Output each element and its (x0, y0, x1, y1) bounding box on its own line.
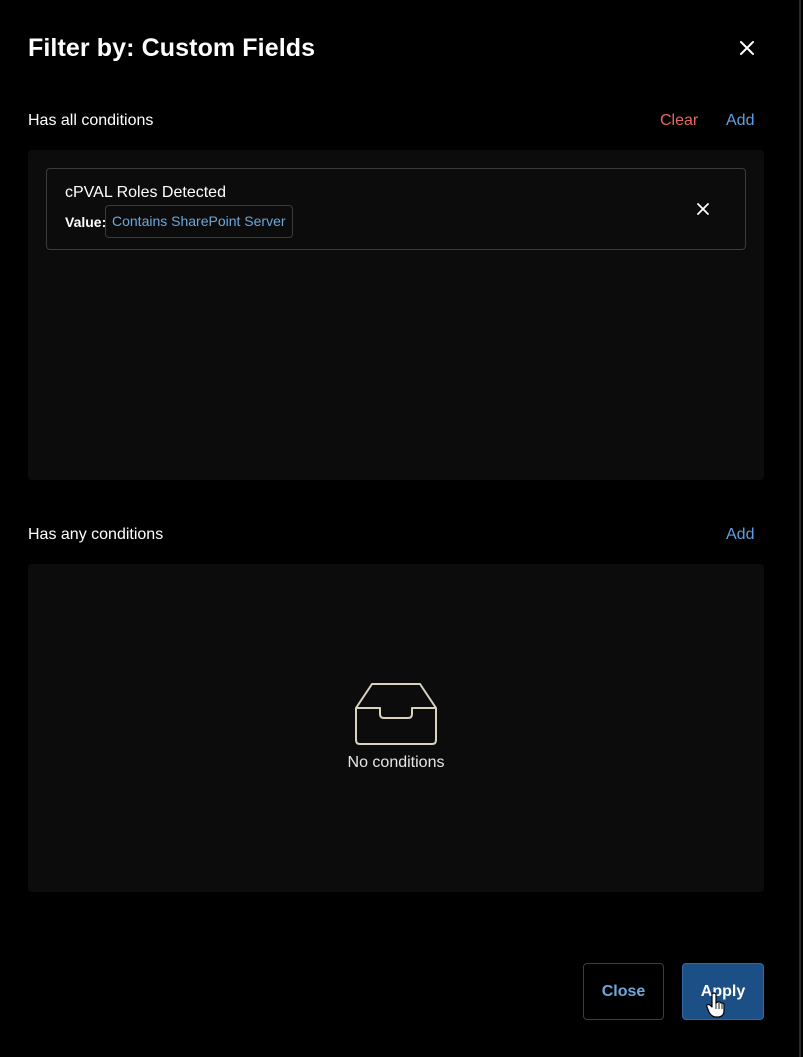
close-button[interactable]: Close (583, 963, 664, 1020)
add-any-condition-link[interactable]: Add (726, 526, 754, 544)
condition-value-chip[interactable]: Contains SharePoint Server (105, 205, 293, 238)
all-conditions-label: Has all conditions (28, 112, 154, 129)
close-icon[interactable] (736, 37, 758, 59)
condition-field-name: cPVAL Roles Detected (65, 184, 226, 201)
page-title: Filter by: Custom Fields (28, 34, 316, 62)
remove-condition-icon[interactable] (693, 199, 713, 219)
filter-panel: Filter by: Custom Fields Has all conditi… (0, 0, 801, 1057)
any-conditions-area: No conditions (28, 564, 764, 892)
hand-cursor-icon (706, 992, 726, 1023)
any-conditions-label: Has any conditions (28, 526, 164, 543)
all-conditions-area: cPVAL Roles Detected Value: Contains Sha… (28, 150, 764, 480)
empty-state-text: No conditions (347, 754, 445, 771)
clear-link[interactable]: Clear (660, 112, 698, 130)
condition-value-label: Value: (65, 214, 107, 230)
inbox-tray-icon (354, 682, 438, 751)
condition-card: cPVAL Roles Detected Value: Contains Sha… (46, 168, 746, 250)
add-all-condition-link[interactable]: Add (726, 112, 754, 130)
